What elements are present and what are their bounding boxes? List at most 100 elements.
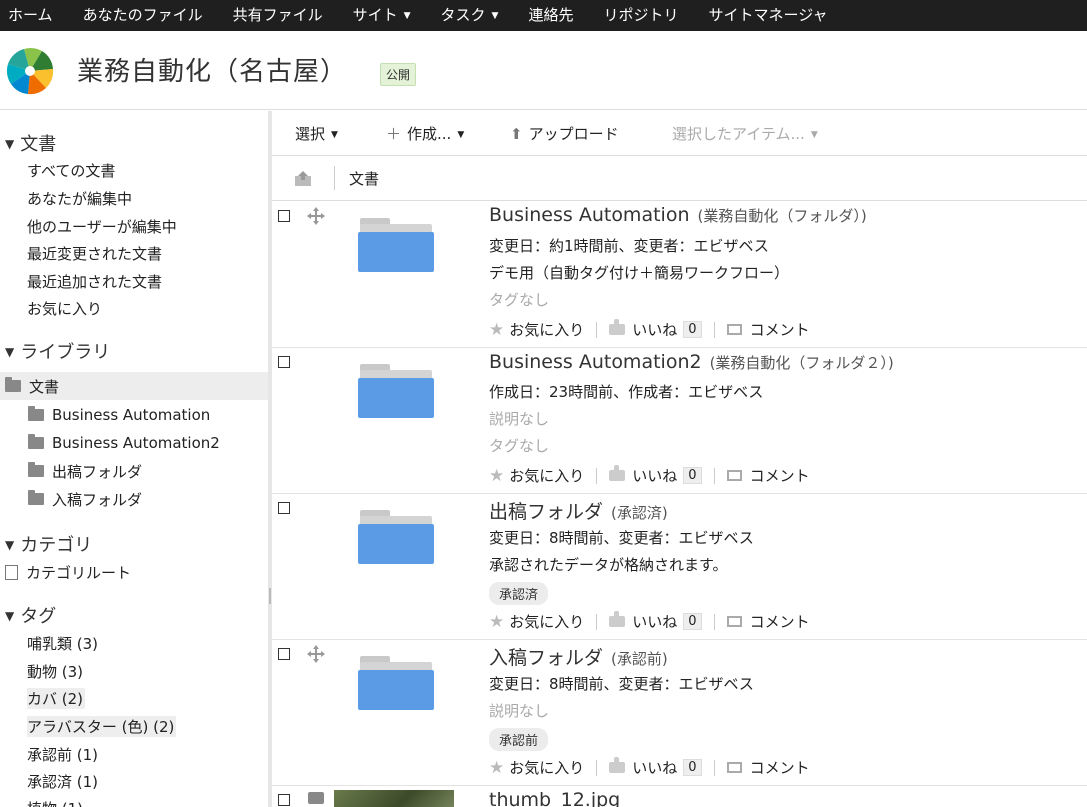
- folder-icon[interactable]: [358, 508, 434, 566]
- folder-icon[interactable]: [358, 216, 434, 274]
- item-name-link[interactable]: 入稿フォルダ: [489, 647, 603, 669]
- folder-label: Business Automation2: [52, 434, 220, 452]
- nav-my-files[interactable]: あなたのファイル: [68, 0, 218, 31]
- like-button[interactable]: いいね 0: [609, 757, 702, 778]
- tag-pending-approval[interactable]: 承認前 (1): [27, 744, 98, 765]
- favorite-button[interactable]: ★ お気に入り: [489, 611, 584, 632]
- comment-icon: [726, 762, 742, 773]
- nav-shared-files[interactable]: 共有ファイル: [218, 0, 338, 31]
- favorite-button[interactable]: ★ お気に入り: [489, 319, 584, 340]
- comment-icon: [726, 616, 742, 627]
- filter-editing-by-me[interactable]: あなたが編集中: [27, 188, 132, 209]
- item-select-checkbox[interactable]: [278, 356, 290, 368]
- filter-all-documents[interactable]: すべての文書: [27, 160, 115, 181]
- library-section-toggle[interactable]: ▼ ライブラリ: [0, 339, 110, 365]
- favorite-label: お気に入り: [509, 321, 585, 339]
- drag-move-icon[interactable]: [306, 644, 326, 664]
- category-root[interactable]: カテゴリルート: [5, 562, 131, 583]
- nav-tasks[interactable]: タスク ▼: [426, 0, 514, 32]
- tag-chip[interactable]: 承認前: [489, 728, 549, 751]
- comment-button[interactable]: コメント: [726, 465, 810, 486]
- upload-button[interactable]: ⬆ アップロード: [510, 123, 619, 144]
- item-name-link[interactable]: 出稿フォルダ: [489, 501, 603, 523]
- nav-repository[interactable]: リポジトリ: [588, 0, 693, 31]
- favorite-button[interactable]: ★ お気に入り: [489, 757, 584, 778]
- item-title[interactable]: 出稿フォルダ (承認済): [489, 497, 668, 524]
- item-title[interactable]: 入稿フォルダ (承認前): [489, 643, 668, 670]
- tag-approved[interactable]: 承認済 (1): [27, 771, 98, 792]
- documents-section-toggle[interactable]: ▼ 文書: [0, 131, 56, 157]
- comment-button[interactable]: コメント: [726, 757, 810, 778]
- collapse-triangle-icon: ▼: [5, 538, 15, 552]
- folder-icon: [28, 490, 44, 505]
- select-menu-button[interactable]: 選択 ▼: [295, 123, 338, 144]
- item-select-checkbox[interactable]: [278, 648, 290, 660]
- document-list-panel: 選択 ▼ ＋ 作成... ▼ ⬆ アップロード 選択したアイテム... ▼ 文書 Busi…: [272, 111, 1087, 807]
- like-button[interactable]: いいね 0: [609, 319, 702, 340]
- item-title[interactable]: thumb_12.jpg: [489, 789, 620, 807]
- thumbs-up-icon: [609, 319, 626, 335]
- star-icon: ★: [489, 319, 505, 340]
- comment-button[interactable]: コメント: [726, 611, 810, 632]
- favorite-label: お気に入り: [509, 613, 585, 631]
- folder-up-icon[interactable]: [294, 169, 312, 187]
- comment-button[interactable]: コメント: [726, 319, 810, 340]
- library-root-documents[interactable]: 文書: [0, 372, 268, 400]
- filter-editing-by-others[interactable]: 他のユーザーが編集中: [27, 216, 177, 237]
- item-name-link[interactable]: Business Automation: [489, 204, 689, 226]
- like-button[interactable]: いいね 0: [609, 611, 702, 632]
- filter-favorites[interactable]: お気に入り: [27, 298, 102, 319]
- collapse-triangle-icon: ▼: [5, 345, 15, 359]
- nav-people[interactable]: 連絡先: [513, 0, 588, 31]
- item-select-checkbox[interactable]: [278, 794, 290, 806]
- tag-plant[interactable]: 植物 (1): [27, 798, 83, 807]
- item-subtitle: (承認前): [611, 650, 668, 668]
- library-folder-business-automation2[interactable]: Business Automation2: [0, 429, 268, 457]
- library-root-label: 文書: [29, 377, 60, 396]
- item-name-link[interactable]: thumb_12.jpg: [489, 789, 620, 807]
- tag-mammal[interactable]: 哺乳類 (3): [27, 633, 98, 654]
- collapse-triangle-icon: ▼: [5, 609, 15, 623]
- tag-chip[interactable]: 承認済: [489, 582, 549, 605]
- item-name-link[interactable]: Business Automation2: [489, 351, 702, 373]
- comment-label: コメント: [749, 759, 810, 777]
- site-header: 業務自動化（名古屋） 公開: [0, 31, 1087, 110]
- action-divider: [713, 759, 715, 776]
- nav-home[interactable]: ホーム: [0, 0, 68, 31]
- filter-recently-added[interactable]: 最近追加された文書: [27, 271, 162, 292]
- favorite-label: お気に入り: [509, 759, 585, 777]
- collapse-triangle-icon: ▼: [5, 137, 15, 151]
- tag-alabaster[interactable]: アラバスター (色) (2): [27, 716, 177, 737]
- categories-heading: カテゴリ: [20, 535, 93, 556]
- item-select-checkbox[interactable]: [278, 210, 290, 222]
- item-tags: タグなし: [489, 437, 550, 455]
- selected-items-menu[interactable]: 選択したアイテム... ▼: [672, 123, 818, 144]
- caret-down-icon: ▼: [457, 130, 465, 140]
- thumbs-up-icon: [609, 757, 626, 773]
- filter-recently-modified[interactable]: 最近変更された文書: [27, 243, 162, 264]
- like-button[interactable]: いいね 0: [609, 465, 702, 486]
- folder-icon[interactable]: [358, 654, 434, 712]
- tag-hippo[interactable]: カバ (2): [27, 688, 86, 709]
- folder-icon[interactable]: [358, 362, 434, 420]
- item-title[interactable]: Business Automation (業務自動化（フォルダ）): [489, 204, 867, 226]
- create-menu-button[interactable]: ＋ 作成... ▼: [386, 123, 464, 144]
- tags-section-toggle[interactable]: ▼ タグ: [0, 603, 56, 629]
- library-folder-incoming[interactable]: 入稿フォルダ: [0, 485, 268, 513]
- library-folder-business-automation[interactable]: Business Automation: [0, 401, 268, 429]
- favorite-button[interactable]: ★ お気に入り: [489, 465, 584, 486]
- drag-move-icon[interactable]: [306, 206, 326, 226]
- nav-site-manager[interactable]: サイトマネージャ: [694, 0, 843, 31]
- item-title[interactable]: Business Automation2 (業務自動化（フォルダ２）): [489, 351, 894, 373]
- like-label: いいね: [632, 321, 678, 339]
- like-count: 0: [683, 759, 702, 776]
- image-thumbnail[interactable]: [334, 790, 454, 807]
- breadcrumb-divider: [334, 166, 335, 190]
- visibility-badge: 公開: [380, 63, 417, 86]
- library-folder-outgoing[interactable]: 出稿フォルダ: [0, 457, 268, 485]
- tag-animal[interactable]: 動物 (3): [27, 661, 83, 682]
- item-select-checkbox[interactable]: [278, 502, 290, 514]
- action-divider: [596, 321, 598, 338]
- categories-section-toggle[interactable]: ▼ カテゴリ: [0, 532, 92, 558]
- nav-sites[interactable]: サイト ▼: [338, 0, 426, 32]
